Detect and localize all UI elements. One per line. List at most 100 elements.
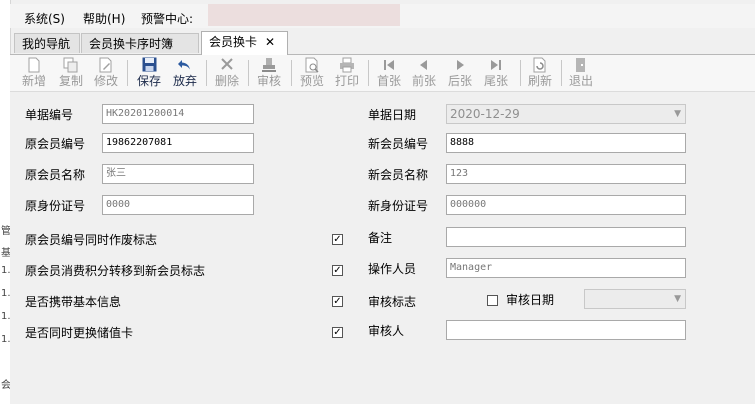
first-record-button[interactable]: 首张 <box>373 56 405 90</box>
refresh-icon <box>532 57 548 73</box>
refresh-button[interactable]: 刷新 <box>524 56 556 90</box>
copy-label: 复制 <box>58 74 83 88</box>
menu-system[interactable]: 系统(S) <box>24 10 65 27</box>
next-label: 后张 <box>447 74 472 88</box>
preview-button[interactable]: 预览 <box>296 56 328 90</box>
points-transfer-checkbox[interactable]: ✓ <box>332 265 343 276</box>
last-record-icon <box>488 57 504 73</box>
prev-record-button[interactable]: 前张 <box>408 56 440 90</box>
discard-label: 放弃 <box>172 74 197 88</box>
next-record-button[interactable]: 后张 <box>444 56 476 90</box>
auditor-label: 审核人 <box>368 324 405 338</box>
new-label: 新增 <box>21 74 46 88</box>
operator-field[interactable]: Manager <box>446 258 686 278</box>
last-record-button[interactable]: 尾张 <box>480 56 512 90</box>
void-flag-label: 原会员编号同时作废标志 <box>25 233 158 247</box>
new-member-no-label: 新会员编号 <box>368 137 429 151</box>
first-record-icon <box>381 57 397 73</box>
toolbar-separator <box>561 60 562 86</box>
new-id-label: 新身份证号 <box>368 199 429 213</box>
audit-date-picker[interactable]: ▼ <box>584 289 686 309</box>
audit-flag-checkbox[interactable] <box>487 295 498 306</box>
tab-card-exchange[interactable]: 会员换卡 ✕ <box>201 31 288 55</box>
discard-button[interactable]: 放弃 <box>169 56 201 90</box>
audit-stamp-icon <box>261 57 277 73</box>
new-member-name-field[interactable]: 123 <box>446 164 686 184</box>
close-icon[interactable]: ✕ <box>265 35 275 49</box>
print-button[interactable]: 打印 <box>331 56 363 90</box>
toolbar-separator <box>206 60 207 86</box>
new-document-icon <box>26 57 42 73</box>
save-button[interactable]: 保存 <box>133 56 165 90</box>
toolbar-separator <box>291 60 292 86</box>
first-label: 首张 <box>376 74 401 88</box>
print-label: 打印 <box>334 74 359 88</box>
bill-no-label: 单据编号 <box>25 108 74 122</box>
copy-icon <box>63 57 79 73</box>
auditor-field[interactable] <box>446 320 686 340</box>
replace-stored-card-label: 是否同时更换储值卡 <box>25 326 134 340</box>
card-exchange-form: 单据编号 HK20201200014 单据日期 2020-12-29 ▼ 原会员… <box>10 92 755 404</box>
exit-button[interactable]: 退出 <box>565 56 597 90</box>
new-button[interactable]: 新增 <box>18 56 50 90</box>
delete-button[interactable]: 删除 <box>211 56 243 90</box>
check-icon: ✓ <box>333 296 342 307</box>
refresh-label: 刷新 <box>527 74 552 88</box>
replace-stored-card-checkbox[interactable]: ✓ <box>332 327 343 338</box>
delete-label: 删除 <box>214 74 239 88</box>
audit-label: 审核 <box>256 74 281 88</box>
old-member-name-label: 原会员名称 <box>25 168 86 182</box>
modify-button[interactable]: 修改 <box>90 56 122 90</box>
save-label: 保存 <box>136 74 161 88</box>
audit-flag-label: 审核标志 <box>368 295 417 309</box>
carry-info-checkbox[interactable]: ✓ <box>332 296 343 307</box>
carry-info-label: 是否携带基本信息 <box>25 295 122 309</box>
toolbar-separator <box>368 60 369 86</box>
printer-icon <box>339 57 355 73</box>
audit-button[interactable]: 审核 <box>253 56 285 90</box>
void-flag-checkbox[interactable]: ✓ <box>332 234 343 245</box>
toolbar-separator <box>248 60 249 86</box>
edit-icon <box>98 57 114 73</box>
check-icon: ✓ <box>333 265 342 276</box>
exit-door-icon <box>573 57 589 73</box>
undo-arrow-icon <box>177 57 193 73</box>
chevron-down-icon[interactable]: ▼ <box>674 105 681 123</box>
audit-date-label: 审核日期 <box>506 293 555 307</box>
menu-warning-center[interactable]: 预警中心: <box>141 10 193 27</box>
operator-label: 操作人员 <box>368 262 417 276</box>
points-transfer-label: 原会员消费积分转移到新会员标志 <box>25 264 206 278</box>
toolbar-separator <box>127 60 128 86</box>
chevron-down-icon[interactable]: ▼ <box>674 290 681 308</box>
remark-field[interactable] <box>446 227 686 247</box>
prev-label: 前张 <box>411 74 436 88</box>
floppy-disk-icon <box>141 57 157 73</box>
preview-label: 预览 <box>299 74 324 88</box>
remark-label: 备注 <box>368 231 393 245</box>
toolbar: 新增 复制 修改 保存 放弃 删除 审核 预览 打印 首张 前张 后张 尾张 刷… <box>10 55 755 92</box>
old-member-name-field[interactable]: 张三 <box>102 164 254 184</box>
old-member-no-label: 原会员编号 <box>25 137 86 151</box>
tab-bar: 我的导航 会员换卡序时簿 会员换卡 ✕ <box>10 30 755 55</box>
bill-date-value: 2020-12-29 <box>450 107 520 121</box>
bill-date-picker[interactable]: 2020-12-29 ▼ <box>446 104 686 124</box>
last-label: 尾张 <box>483 74 508 88</box>
delete-x-icon <box>219 57 235 73</box>
new-member-name-label: 新会员名称 <box>368 168 429 182</box>
tab-my-navigation[interactable]: 我的导航 <box>14 33 80 53</box>
old-id-label: 原身份证号 <box>25 199 86 213</box>
old-id-field[interactable]: 0000 <box>102 195 254 215</box>
warning-center-display <box>208 4 400 26</box>
toolbar-separator <box>520 60 521 86</box>
new-member-no-field[interactable]: 8888 <box>446 133 686 153</box>
menu-help[interactable]: 帮助(H) <box>83 10 125 27</box>
preview-magnifier-icon <box>304 57 320 73</box>
bill-date-label: 单据日期 <box>368 108 417 122</box>
old-member-no-field[interactable]: 19862207081 <box>102 133 254 153</box>
tab-card-exchange-journal[interactable]: 会员换卡序时簿 <box>81 33 199 53</box>
exit-label: 退出 <box>568 74 593 88</box>
tab-label: 会员换卡 <box>209 35 258 49</box>
new-id-field[interactable]: 000000 <box>446 195 686 215</box>
bill-no-field[interactable]: HK20201200014 <box>102 104 254 124</box>
copy-button[interactable]: 复制 <box>55 56 87 90</box>
